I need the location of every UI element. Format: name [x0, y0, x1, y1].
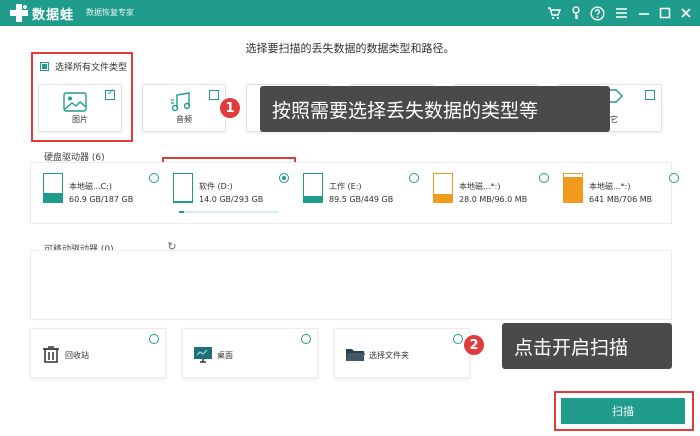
drive-size: 60.9 GB/187 GB	[69, 195, 134, 204]
drive-name: 本地磁...*:)	[459, 182, 501, 191]
callout-step-2: 点击开启扫描	[502, 323, 672, 369]
location-label: 桌面	[217, 351, 233, 360]
file-type-checkbox[interactable]	[645, 90, 655, 100]
drive-icon	[433, 173, 453, 203]
app-subtitle: 数据恢复专家	[86, 8, 134, 17]
drive-icon	[563, 173, 583, 203]
file-type-checkbox[interactable]	[209, 90, 219, 100]
drive-icon	[173, 173, 193, 203]
drive-name: 软件 (D:)	[199, 182, 233, 191]
hard-drives-panel: 本地磁...C:) 60.9 GB/187 GB 软件 (D:) 14.0 GB…	[30, 162, 679, 224]
location-select-folder[interactable]: 选择文件夹	[334, 328, 470, 378]
audio-icon	[171, 92, 191, 112]
app-name: 数据蛙	[32, 8, 75, 23]
help-icon[interactable]	[587, 3, 607, 23]
drive-name: 工作 (E:)	[329, 182, 362, 191]
minimize-icon[interactable]	[634, 3, 654, 23]
drive-size: 28.0 MB/96.0 MB	[459, 195, 528, 204]
drive-c[interactable]: 本地磁...C:) 60.9 GB/187 GB	[43, 173, 161, 215]
callout-text: 按照需要选择丢失数据的类型等	[272, 99, 539, 122]
key-icon[interactable]	[566, 3, 586, 23]
drive-e[interactable]: 工作 (E:) 89.5 GB/449 GB	[303, 173, 421, 215]
drive-icon	[303, 173, 323, 203]
drive-local-1[interactable]: 本地磁...*:) 28.0 MB/96.0 MB	[433, 173, 551, 215]
drive-usage-bar	[179, 211, 279, 213]
location-label: 回收站	[65, 351, 89, 360]
app-logo-icon	[10, 4, 28, 22]
title-bar: 数据蛙 数据恢复专家	[0, 0, 700, 26]
drive-icon	[43, 173, 63, 203]
drive-local-2[interactable]: 本地磁...*:) 641 MB/706 MB	[563, 173, 681, 215]
image-type-highlight	[31, 52, 133, 142]
callout-text: 点击开启扫描	[514, 336, 629, 359]
file-type-label: 音频	[176, 115, 192, 124]
location-desktop[interactable]: 桌面	[182, 328, 318, 378]
folder-icon	[346, 349, 365, 361]
drive-radio[interactable]	[409, 173, 419, 183]
callout-step-1: 按照需要选择丢失数据的类型等	[260, 86, 610, 132]
recycle-bin-icon	[43, 346, 59, 363]
drive-size: 14.0 GB/293 GB	[199, 195, 264, 204]
drive-size: 641 MB/706 MB	[589, 195, 653, 204]
location-label: 选择文件夹	[369, 351, 409, 360]
location-radio[interactable]	[301, 334, 311, 344]
scan-button[interactable]: 扫描	[561, 398, 685, 424]
menu-icon[interactable]	[611, 3, 631, 23]
drive-d[interactable]: 软件 (D:) 14.0 GB/293 GB	[173, 173, 291, 215]
drive-radio[interactable]	[539, 173, 549, 183]
drive-radio[interactable]	[149, 173, 159, 183]
cart-icon[interactable]	[544, 3, 564, 23]
maximize-icon[interactable]	[655, 3, 675, 23]
close-icon[interactable]	[676, 3, 696, 23]
desktop-icon	[194, 347, 212, 363]
file-type-card-audio[interactable]: 音频	[142, 84, 226, 132]
drive-name: 本地磁...C:)	[69, 182, 113, 191]
drive-radio[interactable]	[279, 173, 289, 183]
location-radio[interactable]	[149, 334, 159, 344]
drive-size: 89.5 GB/449 GB	[329, 195, 394, 204]
drive-name: 本地磁...*:)	[589, 182, 631, 191]
step-1-badge: 1	[218, 96, 242, 120]
location-recycle-bin[interactable]: 回收站	[30, 328, 166, 378]
step-2-badge: 2	[462, 333, 486, 357]
removable-drives-panel	[30, 250, 672, 320]
drive-radio[interactable]	[669, 173, 679, 183]
